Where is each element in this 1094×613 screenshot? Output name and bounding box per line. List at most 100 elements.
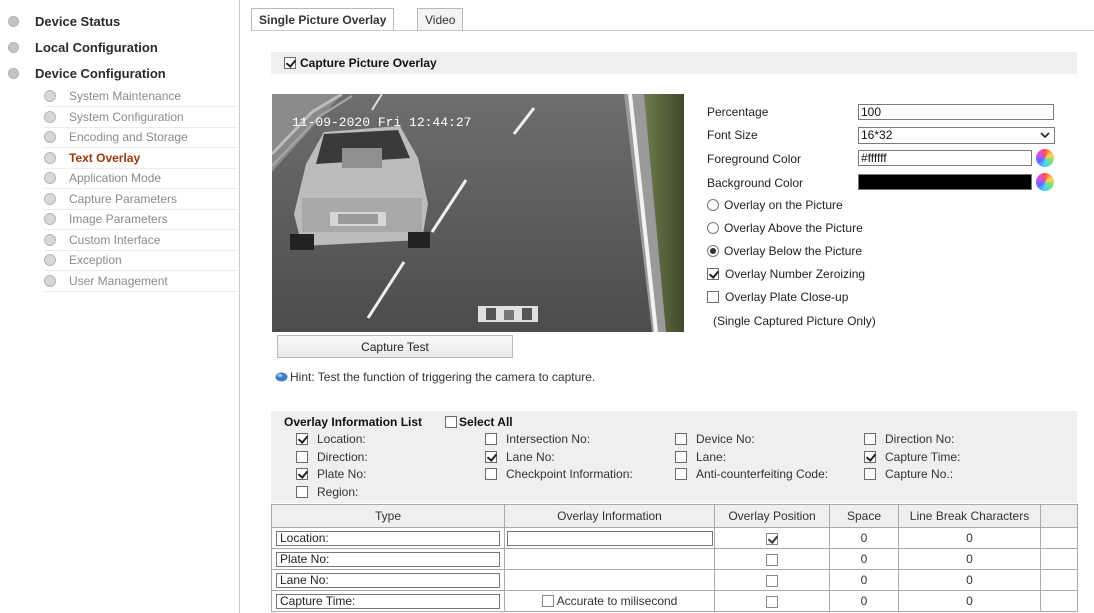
type-field[interactable]: Location:	[276, 530, 500, 546]
chevron-down-icon	[1040, 132, 1050, 139]
info-item-capture-time[interactable]: Capture Time:	[864, 450, 960, 464]
nav-system-configuration[interactable]: System Configuration	[44, 107, 238, 128]
nav-user-management[interactable]: User Management	[44, 271, 238, 292]
tab-single-picture-overlay[interactable]: Single Picture Overlay	[251, 8, 395, 31]
select-all-label: Select All	[459, 415, 513, 429]
nav-text-overlay[interactable]: Text Overlay	[44, 148, 238, 169]
space-value[interactable]: 0	[829, 590, 899, 612]
overlay-position-checkbox[interactable]	[766, 553, 778, 566]
overlay-information-input[interactable]	[506, 530, 713, 546]
line-break-value[interactable]: 0	[898, 548, 1041, 570]
nav-label: Capture Parameters	[69, 192, 178, 206]
space-value[interactable]: 0	[829, 548, 899, 570]
space-value[interactable]: 0	[829, 527, 899, 549]
select-all-checkbox[interactable]	[445, 416, 458, 428]
accurate-milisecond-label: Accurate to milisecond	[556, 594, 678, 608]
checkbox-icon	[296, 468, 308, 480]
bullet-icon	[44, 152, 56, 164]
col-header-line-break-characters: Line Break Characters	[898, 504, 1041, 528]
info-item-direction[interactable]: Direction:	[296, 450, 368, 464]
nav-system-maintenance[interactable]: System Maintenance	[44, 86, 238, 107]
checkbox-overlay-plate-closeup[interactable]: Overlay Plate Close-up	[707, 290, 848, 304]
checkbox-icon	[675, 433, 687, 445]
table-row: Lane No: 0 0	[271, 569, 1078, 591]
checkbox-label: Overlay Number Zeroizing	[725, 267, 866, 281]
checkbox-icon	[864, 468, 876, 480]
col-header-overlay-position: Overlay Position	[714, 504, 830, 528]
background-color-input[interactable]	[858, 174, 1032, 190]
info-item-checkpoint-information[interactable]: Checkpoint Information:	[485, 467, 633, 481]
info-item-label: Checkpoint Information:	[506, 467, 633, 481]
nav-device-configuration[interactable]: Device Configuration	[8, 62, 166, 84]
tab-video[interactable]: Video	[417, 8, 464, 30]
nav-label: Exception	[69, 253, 122, 267]
info-item-lane[interactable]: Lane:	[675, 450, 726, 464]
info-item-region[interactable]: Region:	[296, 485, 358, 499]
nav-local-configuration[interactable]: Local Configuration	[8, 36, 158, 58]
checkbox-icon	[675, 451, 687, 463]
overlay-position-checkbox[interactable]	[766, 532, 778, 545]
type-field[interactable]: Plate No:	[276, 551, 500, 567]
info-item-lane-no[interactable]: Lane No:	[485, 450, 555, 464]
checkbox-overlay-number-zeroizing[interactable]: Overlay Number Zeroizing	[707, 267, 865, 281]
radio-icon	[707, 245, 719, 257]
type-field[interactable]: Capture Time:	[276, 593, 500, 609]
line-break-value[interactable]: 0	[898, 527, 1041, 549]
accurate-milisecond-checkbox-row[interactable]: Accurate to milisecond	[505, 594, 714, 608]
color-picker-icon[interactable]	[1036, 149, 1054, 167]
nav-capture-parameters[interactable]: Capture Parameters	[44, 189, 238, 210]
nav-label: Encoding and Storage	[69, 130, 188, 144]
info-item-device-no[interactable]: Device No:	[675, 432, 755, 446]
nav-label: Text Overlay	[69, 151, 141, 165]
overlay-position-checkbox[interactable]	[766, 574, 778, 587]
radio-overlay-above-picture[interactable]: Overlay Above the Picture	[707, 221, 863, 235]
table-row: Plate No: 0 0	[271, 548, 1078, 570]
info-item-direction-no[interactable]: Direction No:	[864, 432, 954, 446]
info-item-location[interactable]: Location:	[296, 432, 366, 446]
space-value[interactable]: 0	[829, 569, 899, 591]
info-icon	[275, 372, 288, 382]
radio-label: Overlay Below the Picture	[724, 244, 863, 258]
info-item-label: Anti-counterfeiting Code:	[696, 467, 829, 481]
foreground-color-input[interactable]: #ffffff	[858, 150, 1032, 166]
info-item-capture-no[interactable]: Capture No.:	[864, 467, 953, 481]
nav-application-mode[interactable]: Application Mode	[44, 168, 238, 189]
nav-label: Device Configuration	[35, 65, 166, 81]
info-item-label: Capture Time:	[885, 450, 961, 464]
nav-encoding-and-storage[interactable]: Encoding and Storage	[44, 127, 238, 148]
info-item-anti-counterfeiting-code[interactable]: Anti-counterfeiting Code:	[675, 467, 828, 481]
bullet-icon	[44, 213, 56, 225]
info-item-label: Lane No:	[506, 450, 555, 464]
radio-overlay-on-picture[interactable]: Overlay on the Picture	[707, 198, 843, 212]
overlay-position-checkbox[interactable]	[766, 595, 778, 608]
overlay-table: Type Overlay Information Overlay Positio…	[271, 504, 1078, 612]
radio-icon	[707, 199, 719, 211]
nav-custom-interface[interactable]: Custom Interface	[44, 230, 238, 251]
capture-overlay-checkbox[interactable]	[284, 57, 296, 69]
info-item-label: Device No:	[696, 432, 755, 446]
overlay-info-list-header: Overlay Information List Select All	[271, 411, 1077, 433]
overlay-info-grid	[271, 433, 1077, 503]
type-field[interactable]: Lane No:	[276, 572, 500, 588]
capture-test-button[interactable]: Capture Test	[277, 335, 513, 358]
info-item-plate-no[interactable]: Plate No:	[296, 467, 366, 481]
tab-underline	[251, 30, 1094, 31]
line-break-value[interactable]: 0	[898, 569, 1041, 591]
nav-device-status[interactable]: Device Status	[8, 10, 120, 32]
info-item-intersection-no[interactable]: Intersection No:	[485, 432, 590, 446]
nav-exception[interactable]: Exception	[44, 250, 238, 271]
overlay-info-list-title: Overlay Information List	[284, 415, 423, 429]
font-size-select[interactable]: 16*32	[858, 127, 1055, 144]
radio-overlay-below-picture[interactable]: Overlay Below the Picture	[707, 244, 862, 258]
nav-image-parameters[interactable]: Image Parameters	[44, 209, 238, 230]
nav-divider	[239, 0, 240, 613]
nav-label: Image Parameters	[69, 212, 168, 226]
color-picker-icon[interactable]	[1036, 173, 1054, 191]
info-item-label: Lane:	[696, 450, 727, 464]
line-break-value[interactable]: 0	[898, 590, 1041, 612]
capture-overlay-label: Capture Picture Overlay	[300, 56, 437, 70]
bullet-icon	[44, 254, 56, 266]
font-size-value: 16*32	[861, 128, 893, 142]
checkbox-icon	[296, 451, 308, 463]
percentage-input[interactable]: 100	[858, 104, 1054, 120]
